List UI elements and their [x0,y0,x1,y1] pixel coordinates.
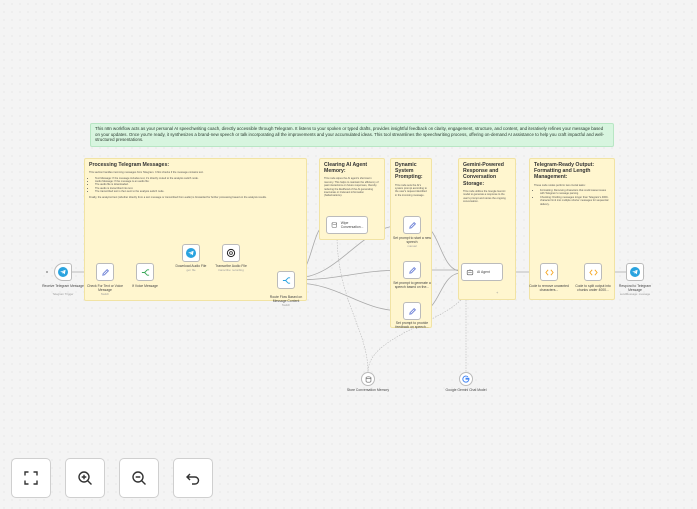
node-gemini-model[interactable] [459,372,473,386]
node-receive-sub: Telegram Trigger [52,292,74,296]
node-respond-sub: sendMessage: message [619,292,651,296]
fit-view-icon [24,471,38,485]
memory-icon [331,222,337,228]
add-subnode-plus[interactable]: + [496,290,498,295]
node-extract-label: If Voice Message [132,284,158,288]
node-route-sub: Switch [281,303,291,307]
workflow-description-text: This n8n workflow acts as your personal … [95,126,604,143]
note-telegram-title: Processing Telegram Messages: [89,162,170,168]
openai-icon [226,248,236,258]
telegram-icon [186,248,196,258]
node-if-voice[interactable] [136,263,154,281]
memory-icon [365,375,371,383]
node-check-message[interactable] [96,263,114,281]
node-transcribe-audio[interactable] [222,244,240,262]
node-set-prompt-feedback[interactable] [403,302,421,320]
zoom-out-button[interactable] [119,458,159,498]
note-output-intro: These code nodes perform two crucial tas… [534,183,586,187]
telegram-icon [630,267,640,277]
note-gemini-title: Gemini-Powered Response and Conversation… [463,162,504,187]
note-telegram-intro: This section handles incoming messages f… [89,171,204,175]
note-telegram-outro: Finally, the analyzed text (whether dire… [89,195,267,199]
node-respond-label: Respond to Telegram Message [618,284,652,292]
note-output-item: Chunking: Dividing messages longer than … [540,196,610,206]
note-telegram-processing[interactable]: Processing Telegram Messages: This secti… [84,158,307,301]
node-respond-telegram[interactable] [626,263,644,281]
node-memory-label: Store Conversation Memory [346,388,390,392]
node-wipe-label: Wipe Conversation... [340,221,364,229]
node-set1-sub: manual [407,244,417,248]
note-memory-body: This node wipes the AI agent's short-ter… [324,177,379,198]
undo-icon [186,473,200,485]
node-gemini-label: Google Gemini Chat Model [445,388,487,392]
note-gemini-body: This node utilizes the Google Gemini mod… [463,189,506,204]
reset-view-button[interactable] [173,458,213,498]
switch-icon [141,268,149,276]
google-icon [462,375,470,383]
node-ai-agent[interactable]: AI Agent [461,263,503,281]
robot-icon [466,269,474,276]
note-memory-title: Clearing AI Agent Memory: [324,162,368,175]
node-check-label: Check For Text or Voice Message [87,284,123,292]
node-code-split[interactable] [584,263,602,281]
note-prompting-body: This node sets the AI's system prompt ac… [395,183,427,197]
code-icon [544,269,554,275]
note-telegram-item: The transcribed text is then sent to the… [95,190,302,193]
node-wipe-conversation[interactable]: Wipe Conversation... [326,216,368,234]
node-set3-label: Set prompt to provide feedback on speech… [395,321,429,329]
node-set-prompt-new[interactable] [403,216,421,234]
node-code2-label: Code to split output into chunks under 4… [575,284,611,292]
node-set2-label: Set prompt to generate a speech based on… [393,281,431,289]
zoom-in-button[interactable] [65,458,105,498]
telegram-icon [58,267,68,277]
node-route-label: Route Flow Based on Message Content [269,295,303,303]
pencil-icon [408,221,416,229]
code-icon [588,269,598,275]
pencil-icon [408,266,416,274]
note-prompting-title: Dynamic System Prompting: [395,162,423,181]
node-set-prompt-generate[interactable] [403,261,421,279]
pencil-icon [408,307,416,315]
node-check-sub: Switch [100,292,110,296]
fit-view-button[interactable] [11,458,51,498]
node-agent-label: AI Agent [477,270,490,274]
switch-icon [282,276,290,284]
node-route-flow[interactable] [277,271,295,289]
note-output-title: Telegram-Ready Output: Formatting and Le… [534,162,595,181]
zoom-out-icon [132,471,146,485]
node-store-memory[interactable] [361,372,375,386]
node-download-sub: get: file [186,268,196,272]
pencil-icon [101,268,109,276]
workflow-description-note[interactable]: This n8n workflow acts as your personal … [90,123,614,147]
node-receive-label: Receive Telegram Message [42,284,84,288]
node-download-audio[interactable] [182,244,200,262]
zoom-in-icon [78,471,92,485]
node-code1-label: Code to remove unwanted characters... [529,284,569,292]
note-output-item: Formatting: Removing characters that cou… [540,189,610,196]
node-transcribe-sub: transcribe: recording [218,268,244,272]
node-code-clean[interactable] [540,263,558,281]
node-receive-telegram[interactable] [54,263,72,281]
node-set1-label: Set prompt to start a new speech [393,236,431,244]
